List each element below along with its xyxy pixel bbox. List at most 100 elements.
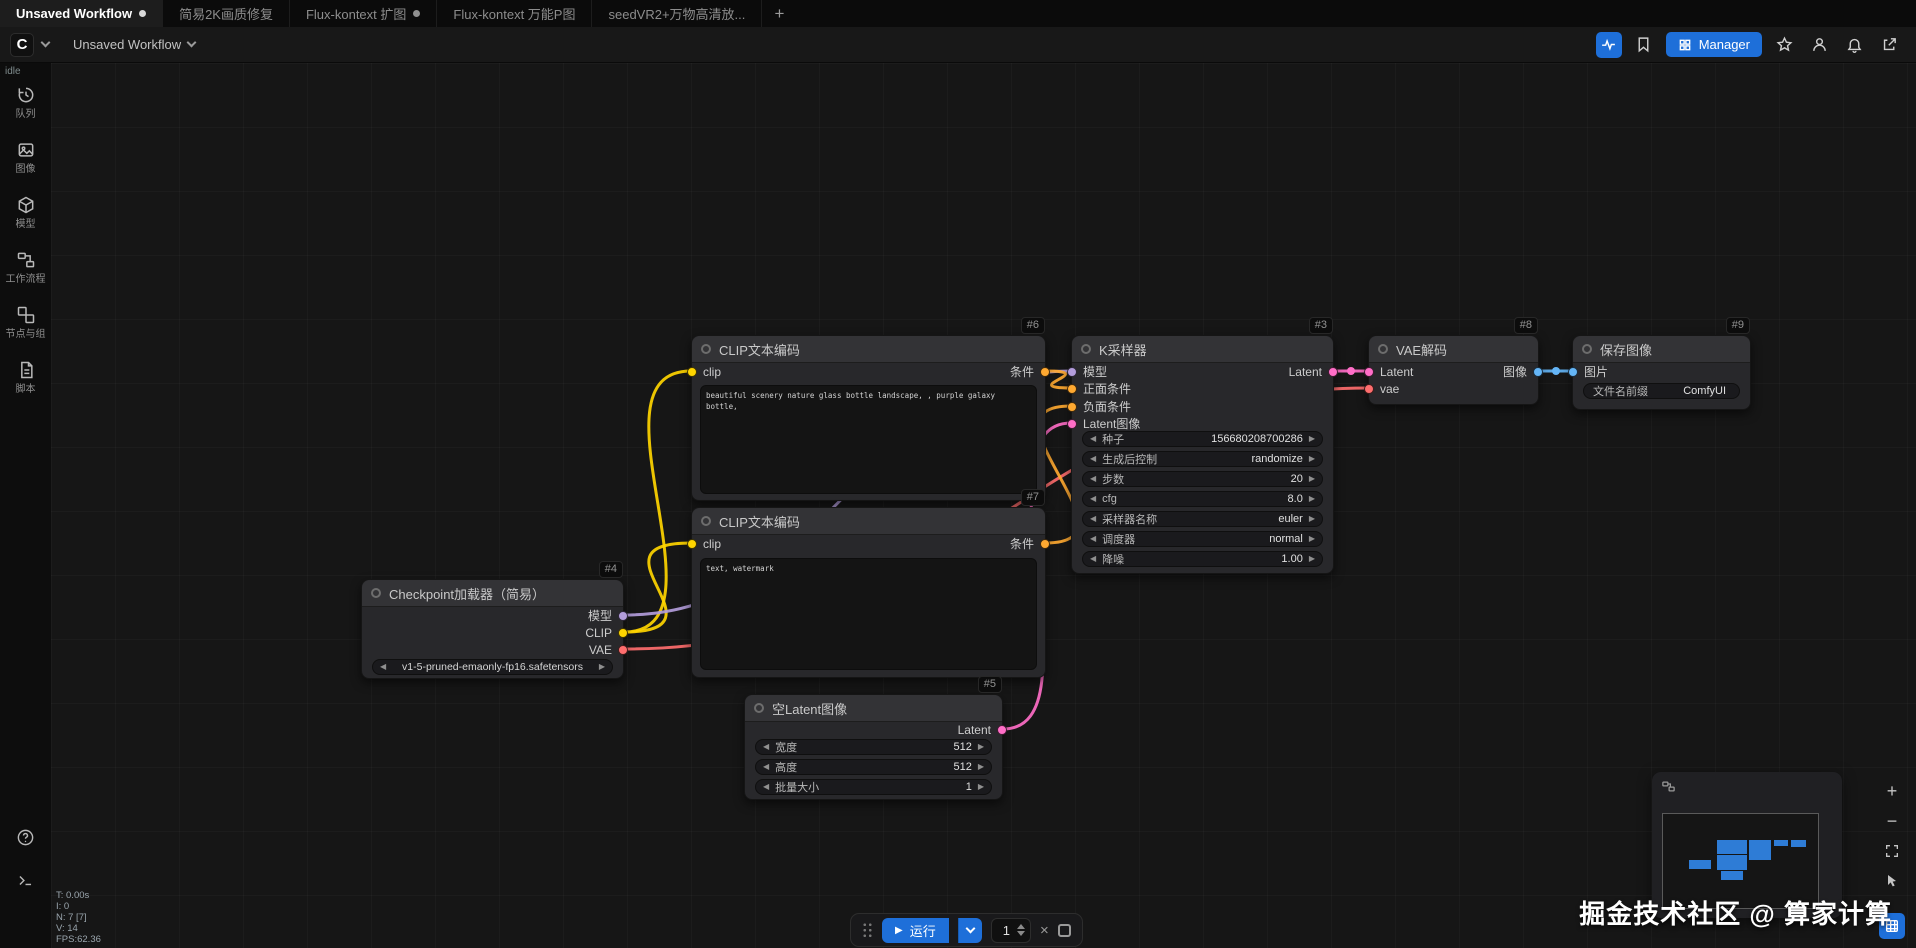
chevron-down-icon[interactable] — [40, 37, 51, 48]
decrement-icon[interactable] — [1016, 931, 1025, 936]
comfyui-logo[interactable]: C — [10, 32, 34, 57]
drag-handle-icon[interactable] — [862, 922, 873, 938]
notifications-button[interactable] — [1841, 32, 1867, 58]
share-button[interactable] — [1876, 32, 1902, 58]
node-header[interactable]: 空Latent图像 — [745, 695, 1002, 722]
sidebar-item-nodes-groups[interactable]: 节点与组 — [0, 305, 51, 340]
collapse-icon[interactable] — [754, 703, 764, 713]
clip-input-port[interactable] — [687, 367, 697, 377]
new-tab-button[interactable]: + — [762, 0, 796, 27]
prev-arrow-icon[interactable]: ◀ — [1090, 435, 1096, 443]
next-arrow-icon[interactable]: ▶ — [978, 783, 984, 791]
zoom-in-button[interactable]: + — [1879, 778, 1905, 804]
tab-2k-repair[interactable]: 简易2K画质修复 — [163, 0, 290, 27]
node-checkpoint-loader[interactable]: #4 Checkpoint加载器（简易） 模型 CLIP VAE ◀ v1-5-… — [361, 561, 628, 679]
vae-output-port[interactable] — [618, 645, 628, 655]
next-arrow-icon[interactable]: ▶ — [1309, 435, 1315, 443]
clip-output-port[interactable] — [618, 628, 628, 638]
workflow-name-menu[interactable]: Unsaved Workflow — [73, 37, 197, 52]
tab-unsaved-workflow[interactable]: Unsaved Workflow — [0, 0, 164, 27]
prev-arrow-icon[interactable]: ◀ — [763, 783, 769, 791]
node-header[interactable]: K采样器 — [1072, 336, 1333, 363]
clip-input-port[interactable] — [687, 539, 697, 549]
conditioning-output-port[interactable] — [1040, 367, 1050, 377]
collapse-icon[interactable] — [1378, 344, 1388, 354]
next-arrow-icon[interactable]: ▶ — [1309, 515, 1315, 523]
collapse-icon[interactable] — [371, 588, 381, 598]
bookmark-button[interactable] — [1631, 32, 1657, 58]
image-input-port[interactable] — [1568, 367, 1578, 377]
batch-count-stepper[interactable]: 1 — [990, 917, 1031, 943]
negative-input-port[interactable] — [1067, 402, 1077, 412]
latent-input-port[interactable] — [1067, 419, 1077, 429]
sidebar-item-queue[interactable]: 队列 — [0, 85, 51, 120]
prev-arrow-icon[interactable]: ◀ — [1090, 475, 1096, 483]
tab-flux-outpaint[interactable]: Flux-kontext 扩图 — [290, 0, 438, 27]
node-empty-latent[interactable]: #5 空Latent图像 Latent ◀ 宽度 512 ▶ ◀ 高度 512 … — [744, 676, 1007, 800]
prev-arrow-icon[interactable]: ◀ — [1090, 455, 1096, 463]
ckpt-name-widget[interactable]: ◀ v1-5-pruned-emaonly-fp16.safetensors ▶ — [372, 659, 613, 675]
prev-arrow-icon[interactable]: ◀ — [1090, 495, 1096, 503]
seed-widget[interactable]: ◀ 种子 156680208700286 ▶ — [1082, 431, 1323, 447]
batch-size-widget[interactable]: ◀ 批量大小 1 ▶ — [755, 779, 992, 795]
node-clip-text-encode-negative[interactable]: #7 CLIP文本编码 clip 条件 text, watermark — [687, 489, 1050, 678]
star-button[interactable] — [1771, 32, 1797, 58]
sidebar-item-images[interactable]: 图像 — [0, 140, 51, 175]
sidebar-item-models[interactable]: 模型 — [0, 195, 51, 230]
zoom-out-button[interactable]: − — [1879, 808, 1905, 834]
next-arrow-icon[interactable]: ▶ — [978, 743, 984, 751]
collapse-icon[interactable] — [1582, 344, 1592, 354]
next-arrow-icon[interactable]: ▶ — [978, 763, 984, 771]
sampler-name-widget[interactable]: ◀ 采样器名称 euler ▶ — [1082, 511, 1323, 527]
account-button[interactable] — [1806, 32, 1832, 58]
next-arrow-icon[interactable]: ▶ — [599, 663, 605, 671]
sidebar-item-workflows[interactable]: 工作流程 — [0, 250, 51, 285]
node-header[interactable]: Checkpoint加载器（简易） — [362, 580, 623, 607]
collapse-icon[interactable] — [701, 516, 711, 526]
latent-input-port[interactable] — [1364, 367, 1374, 377]
next-arrow-icon[interactable]: ▶ — [1309, 535, 1315, 543]
node-header[interactable]: CLIP文本编码 — [692, 336, 1045, 363]
vae-input-port[interactable] — [1364, 384, 1374, 394]
collapse-icon[interactable] — [701, 344, 711, 354]
conditioning-output-port[interactable] — [1040, 539, 1050, 549]
node-ksampler[interactable]: #3 K采样器 模型 正面条件 负面条件 Latent图像 Latent ◀ 种… — [1067, 317, 1338, 574]
negative-prompt-textarea[interactable]: text, watermark — [700, 558, 1037, 670]
scheduler-widget[interactable]: ◀ 调度器 normal ▶ — [1082, 531, 1323, 547]
cfg-widget[interactable]: ◀ cfg 8.0 ▶ — [1082, 491, 1323, 507]
latent-output-port[interactable] — [1328, 367, 1338, 377]
run-button[interactable]: ▶ 运行 — [882, 917, 949, 943]
control-after-generate-widget[interactable]: ◀ 生成后控制 randomize ▶ — [1082, 451, 1323, 467]
latent-output-port[interactable] — [997, 725, 1007, 735]
next-arrow-icon[interactable]: ▶ — [1309, 455, 1315, 463]
stepper-arrows[interactable] — [1016, 924, 1025, 936]
terminal-icon[interactable] — [16, 871, 35, 890]
positive-prompt-textarea[interactable]: beautiful scenery nature glass bottle la… — [700, 385, 1037, 494]
node-clip-text-encode-positive[interactable]: #6 CLIP文本编码 clip 条件 beautiful scenery na… — [687, 317, 1050, 501]
tab-seedvr2[interactable]: seedVR2+万物高清放... — [592, 0, 763, 27]
sidebar-item-scripts[interactable]: 脚本 — [0, 360, 51, 395]
node-header[interactable]: 保存图像 — [1573, 336, 1750, 363]
prev-arrow-icon[interactable]: ◀ — [763, 743, 769, 751]
clear-queue-button[interactable]: × — [1040, 922, 1049, 939]
node-save-image[interactable]: #9 保存图像 图片 文件名前缀 ComfyUI — [1568, 317, 1751, 410]
collapse-icon[interactable] — [1081, 344, 1091, 354]
prev-arrow-icon[interactable]: ◀ — [1090, 515, 1096, 523]
height-widget[interactable]: ◀ 高度 512 ▶ — [755, 759, 992, 775]
graph-canvas[interactable] — [51, 63, 1916, 948]
prev-arrow-icon[interactable]: ◀ — [1090, 555, 1096, 563]
fit-view-button[interactable] — [1879, 838, 1905, 864]
positive-input-port[interactable] — [1067, 384, 1077, 394]
help-icon[interactable] — [16, 828, 35, 847]
prev-arrow-icon[interactable]: ◀ — [763, 763, 769, 771]
image-output-port[interactable] — [1533, 367, 1543, 377]
node-header[interactable]: CLIP文本编码 — [692, 508, 1045, 535]
filename-prefix-widget[interactable]: 文件名前缀 ComfyUI — [1583, 383, 1740, 399]
next-arrow-icon[interactable]: ▶ — [1309, 475, 1315, 483]
stop-button[interactable] — [1057, 923, 1071, 937]
run-options-button[interactable] — [957, 917, 982, 943]
activity-button[interactable] — [1595, 31, 1622, 58]
increment-icon[interactable] — [1016, 924, 1025, 929]
next-arrow-icon[interactable]: ▶ — [1309, 555, 1315, 563]
manager-button[interactable]: Manager — [1665, 32, 1762, 57]
